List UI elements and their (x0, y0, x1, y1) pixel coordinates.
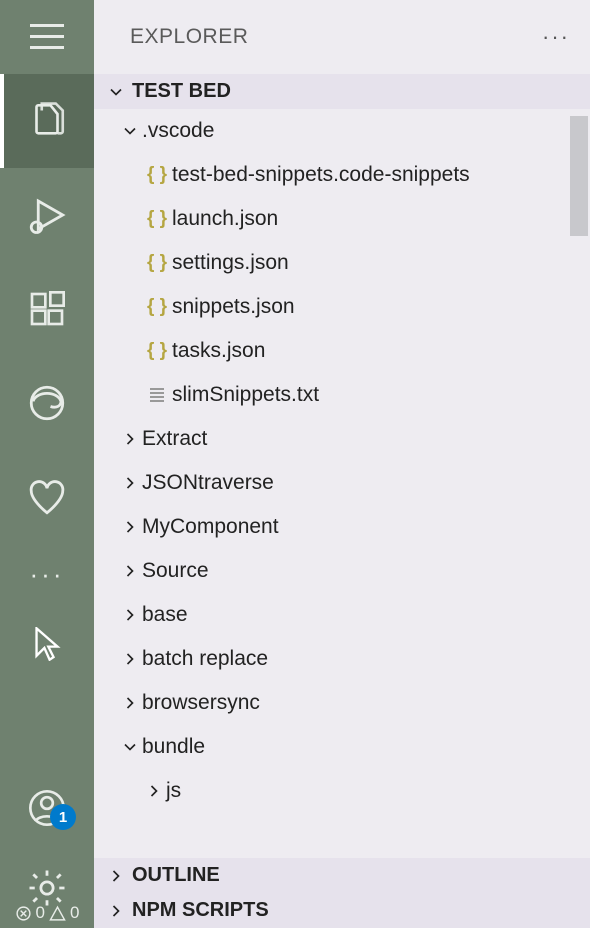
folder-label: .vscode (142, 119, 214, 143)
folder-batch-replace[interactable]: batch replace (94, 637, 590, 681)
chevron-right-icon (120, 605, 140, 625)
file-snippets-json[interactable]: { } snippets.json (94, 285, 590, 329)
file-snippets-code[interactable]: { } test-bed-snippets.code-snippets (94, 153, 590, 197)
json-icon: { } (142, 296, 172, 318)
chevron-right-icon (144, 781, 164, 801)
file-label: launch.json (172, 207, 278, 231)
folder-mycomponent[interactable]: MyComponent (94, 505, 590, 549)
json-icon: { } (142, 252, 172, 274)
chevron-right-icon (120, 649, 140, 669)
extensions-icon (27, 289, 67, 329)
accounts-badge: 1 (50, 804, 76, 830)
folder-source[interactable]: Source (94, 549, 590, 593)
section-outline[interactable]: OUTLINE (94, 858, 590, 893)
activity-bar: ··· 1 0 0 (0, 0, 94, 928)
file-slimsnippets-txt[interactable]: slimSnippets.txt (94, 373, 590, 417)
file-label: snippets.json (172, 295, 295, 319)
section-testbed[interactable]: TEST BED (94, 74, 590, 109)
explorer-sidebar: EXPLORER ··· TEST BED .vscode { } test-b… (94, 0, 590, 928)
chevron-down-icon (120, 737, 140, 757)
folder-jsontraverse[interactable]: JSONtraverse (94, 461, 590, 505)
file-label: slimSnippets.txt (172, 383, 319, 407)
status-problems[interactable]: 0 0 (0, 898, 94, 928)
files-icon (26, 100, 68, 142)
activity-edge[interactable] (0, 356, 94, 450)
sidebar-header: EXPLORER ··· (94, 0, 590, 74)
chevron-down-icon (120, 121, 140, 141)
json-icon: { } (142, 208, 172, 230)
activity-extensions[interactable] (0, 262, 94, 356)
file-settings-json[interactable]: { } settings.json (94, 241, 590, 285)
folder-label: base (142, 603, 188, 627)
chevron-right-icon (120, 693, 140, 713)
text-file-icon (142, 388, 172, 402)
sidebar-title: EXPLORER (130, 25, 248, 49)
file-tasks-json[interactable]: { } tasks.json (94, 329, 590, 373)
folder-label: JSONtraverse (142, 471, 274, 495)
folder-browsersync[interactable]: browsersync (94, 681, 590, 725)
json-icon: { } (142, 164, 172, 186)
hamburger-icon (30, 24, 64, 50)
chevron-right-icon (106, 901, 126, 921)
folder-label: js (166, 779, 181, 803)
file-label: test-bed-snippets.code-snippets (172, 163, 470, 187)
section-npm-label: NPM SCRIPTS (132, 899, 269, 922)
folder-label: Source (142, 559, 209, 583)
cursor-arrow-icon (33, 627, 61, 661)
file-launch-json[interactable]: { } launch.json (94, 197, 590, 241)
heart-icon (26, 476, 68, 518)
folder-extract[interactable]: Extract (94, 417, 590, 461)
activity-explorer[interactable] (0, 74, 94, 168)
activity-favorites[interactable] (0, 450, 94, 544)
folder-label: Extract (142, 427, 207, 451)
file-label: settings.json (172, 251, 289, 275)
folder-label: browsersync (142, 691, 260, 715)
chevron-right-icon (120, 561, 140, 581)
folder-label: batch replace (142, 647, 268, 671)
chevron-down-icon (106, 82, 126, 102)
play-bug-icon (26, 194, 68, 236)
section-testbed-label: TEST BED (132, 80, 231, 103)
activity-accounts[interactable]: 1 (0, 768, 94, 848)
status-warning-count: 0 (70, 903, 79, 923)
chevron-right-icon (106, 866, 126, 886)
error-circle-icon (15, 905, 32, 922)
edge-icon (26, 382, 68, 424)
sidebar-actions-button[interactable]: ··· (542, 24, 570, 50)
folder-js[interactable]: js (94, 769, 590, 813)
scrollbar-thumb[interactable] (570, 116, 588, 236)
section-outline-label: OUTLINE (132, 864, 220, 887)
activity-more[interactable]: ··· (0, 544, 94, 604)
chevron-right-icon (120, 429, 140, 449)
status-error-count: 0 (36, 903, 45, 923)
folder-vscode[interactable]: .vscode (94, 109, 590, 153)
menu-button[interactable] (0, 0, 94, 74)
json-icon: { } (142, 340, 172, 362)
activity-run-debug[interactable] (0, 168, 94, 262)
file-tree: .vscode { } test-bed-snippets.code-snipp… (94, 109, 590, 858)
folder-base[interactable]: base (94, 593, 590, 637)
file-label: tasks.json (172, 339, 265, 363)
warning-triangle-icon (49, 905, 66, 922)
folder-bundle[interactable]: bundle (94, 725, 590, 769)
folder-label: bundle (142, 735, 205, 759)
cursor-indicator (0, 604, 94, 684)
chevron-right-icon (120, 473, 140, 493)
folder-label: MyComponent (142, 515, 279, 539)
chevron-right-icon (120, 517, 140, 537)
section-npm-scripts[interactable]: NPM SCRIPTS (94, 893, 590, 928)
